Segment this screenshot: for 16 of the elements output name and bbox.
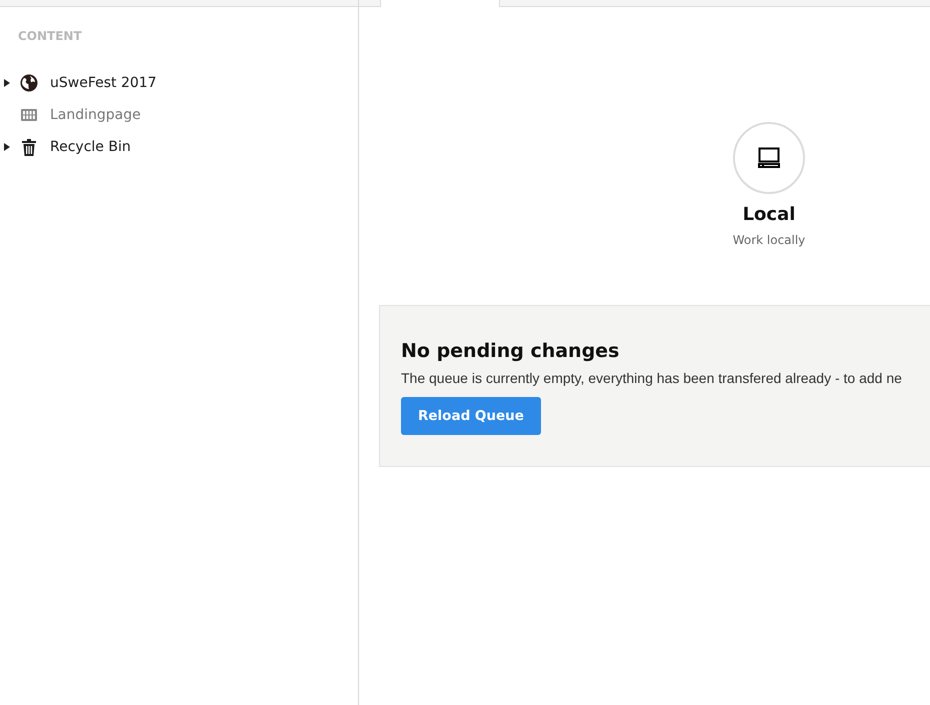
caret-icon[interactable] xyxy=(4,79,10,87)
reload-queue-button[interactable]: Reload Queue xyxy=(401,397,541,435)
tree-item[interactable]: Landingpage xyxy=(50,107,141,123)
caret-icon[interactable] xyxy=(4,143,10,151)
computer-icon xyxy=(758,147,780,169)
target-title: Local xyxy=(742,204,796,225)
target-subtitle: Work locally xyxy=(732,233,806,247)
panel-title: No pending changes xyxy=(401,340,620,362)
tree-item[interactable]: uSweFest 2017 xyxy=(50,75,157,91)
panel-message: The queue is currently empty, everything has been transfered already - to add ne xyxy=(401,370,902,386)
globe-icon xyxy=(20,74,38,92)
section-heading: CONTENT xyxy=(18,29,83,43)
target-circle[interactable] xyxy=(733,122,805,194)
trash-icon xyxy=(22,138,36,156)
document-grid-icon xyxy=(21,109,37,121)
tree-item[interactable]: Recycle Bin xyxy=(50,139,131,155)
